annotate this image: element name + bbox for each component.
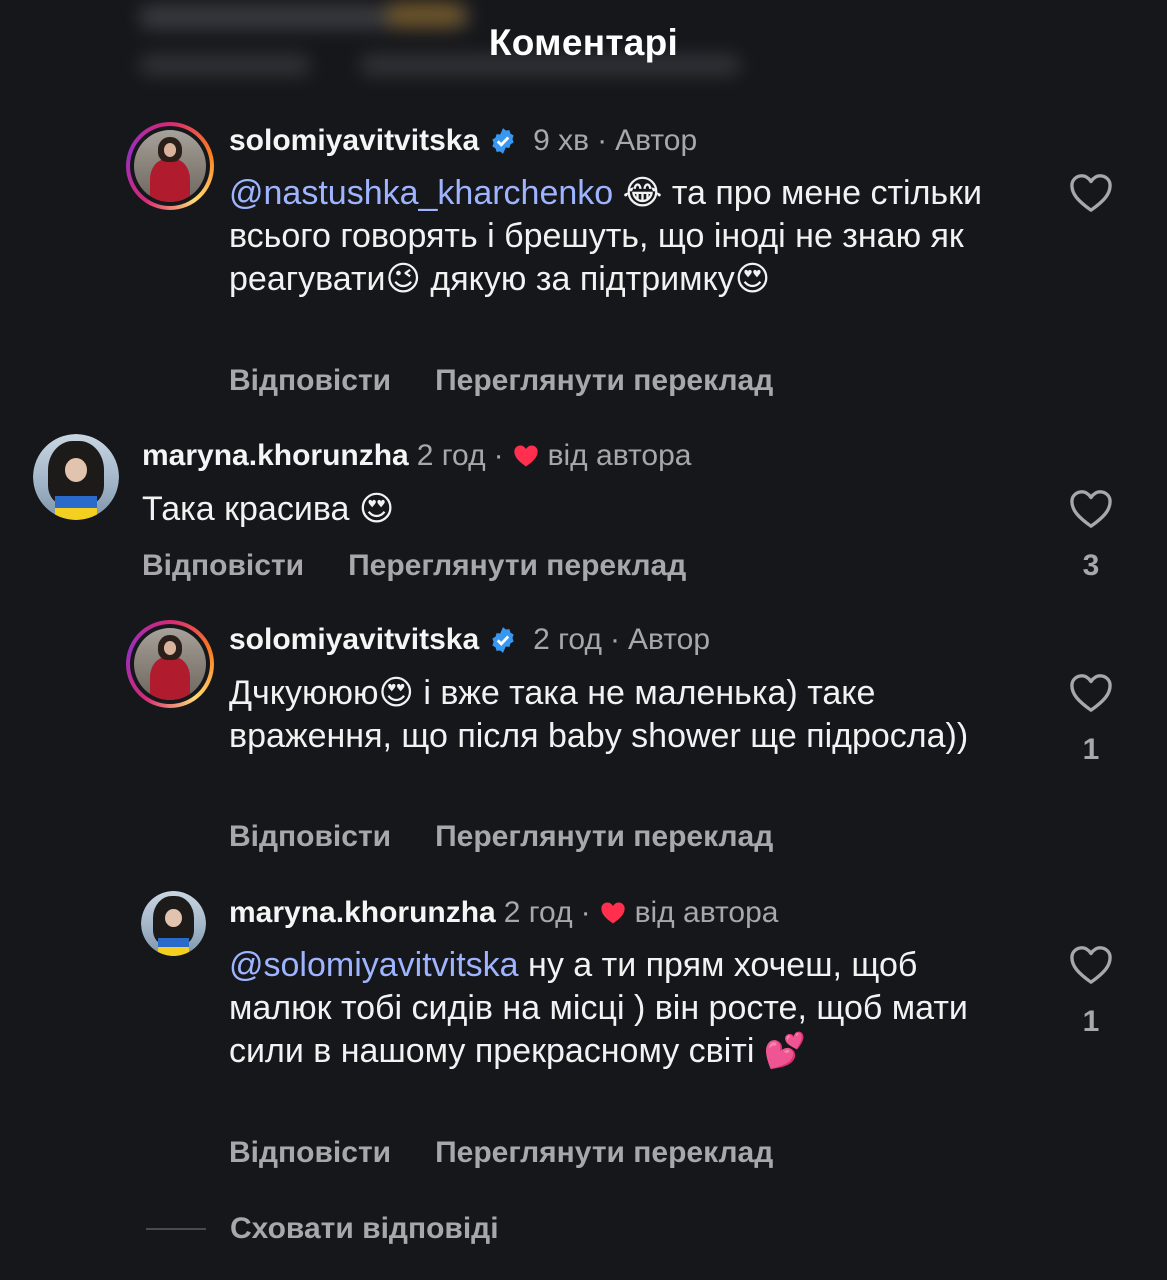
hide-replies-button[interactable]: Сховати відповіді	[146, 1212, 499, 1246]
avatar[interactable]	[33, 434, 119, 520]
view-translation-button[interactable]: Переглянути переклад	[435, 1136, 773, 1169]
heart-outline-icon[interactable]	[1068, 172, 1114, 214]
username[interactable]: solomiyavitvitska	[229, 623, 479, 657]
comment-meta: solomiyavitvitska 9 хв · Автор	[229, 124, 697, 158]
heart-filled-icon	[600, 902, 625, 924]
view-translation-button[interactable]: Переглянути переклад	[435, 364, 773, 397]
like-count: 1	[1082, 733, 1100, 766]
view-translation-button[interactable]: Переглянути переклад	[348, 549, 686, 582]
comment-actions: Відповісти Переглянути переклад	[229, 1136, 773, 1170]
heart-outline-icon[interactable]	[1068, 488, 1114, 530]
separator: ·	[580, 896, 591, 929]
comment-text: @solomiyavitvitska ну а ти прям хочеш, щ…	[229, 944, 1029, 1073]
like-column	[1061, 172, 1121, 219]
author-badge: Автор	[615, 124, 698, 157]
like-count: 1	[1082, 1005, 1100, 1038]
liked-by-author: від автора	[634, 896, 779, 929]
comment-meta: maryna.khorunzha 2 год · від автора	[142, 439, 691, 473]
comment-time: 9 хв	[533, 124, 590, 157]
like-column: 1	[1061, 672, 1121, 767]
comment-actions: Відповісти Переглянути переклад	[229, 820, 773, 854]
comment-actions: Відповісти Переглянути переклад	[229, 364, 773, 398]
heart-filled-icon	[513, 445, 538, 467]
verified-icon	[492, 627, 514, 653]
comment-meta: maryna.khorunzha 2 год · від автора	[229, 896, 778, 930]
avatar[interactable]	[141, 891, 206, 956]
comment-body: Дчкуююю😍 і вже така не маленька) таке вр…	[229, 674, 969, 755]
comment-actions: Відповісти Переглянути переклад	[142, 549, 686, 583]
mention-link[interactable]: @solomiyavitvitska	[229, 946, 519, 984]
divider-line	[146, 1228, 206, 1230]
liked-by-author: від автора	[547, 439, 692, 472]
comment-time: 2 год	[503, 896, 573, 929]
comment-text: Така красива 😍	[142, 488, 942, 531]
hide-replies-label: Сховати відповіді	[230, 1212, 499, 1245]
like-count: 3	[1082, 549, 1100, 582]
username[interactable]: maryna.khorunzha	[142, 439, 409, 473]
comment-text: Дчкуююю😍 і вже така не маленька) таке вр…	[229, 672, 1029, 758]
avatar[interactable]	[126, 122, 214, 210]
username[interactable]: maryna.khorunzha	[229, 896, 496, 930]
page-title: Коментарі	[488, 22, 679, 63]
heart-outline-icon[interactable]	[1068, 672, 1114, 714]
like-column: 3	[1061, 488, 1121, 583]
comment-text: @nastushka_kharchenko 😂 та про мене стіл…	[229, 172, 1029, 301]
reply-button[interactable]: Відповісти	[229, 1136, 391, 1169]
comment-time: 2 год	[533, 623, 602, 656]
reply-button[interactable]: Відповісти	[142, 549, 304, 582]
like-column: 1	[1061, 944, 1121, 1039]
verified-icon	[492, 128, 514, 154]
username[interactable]: solomiyavitvitska	[229, 124, 479, 158]
comment-meta: solomiyavitvitska 2 год · Автор	[229, 623, 710, 657]
separator: ·	[493, 439, 504, 472]
comment-body: Така красива 😍	[142, 490, 395, 528]
separator: ·	[597, 124, 608, 157]
mention-link[interactable]: @nastushka_kharchenko	[229, 174, 613, 212]
reply-button[interactable]: Відповісти	[229, 364, 391, 397]
avatar[interactable]	[126, 620, 214, 708]
separator: ·	[609, 623, 620, 656]
comment-time: 2 год	[416, 439, 486, 472]
reply-button[interactable]: Відповісти	[229, 820, 391, 853]
author-badge: Автор	[627, 623, 711, 656]
heart-outline-icon[interactable]	[1068, 944, 1114, 986]
view-translation-button[interactable]: Переглянути переклад	[435, 820, 773, 853]
